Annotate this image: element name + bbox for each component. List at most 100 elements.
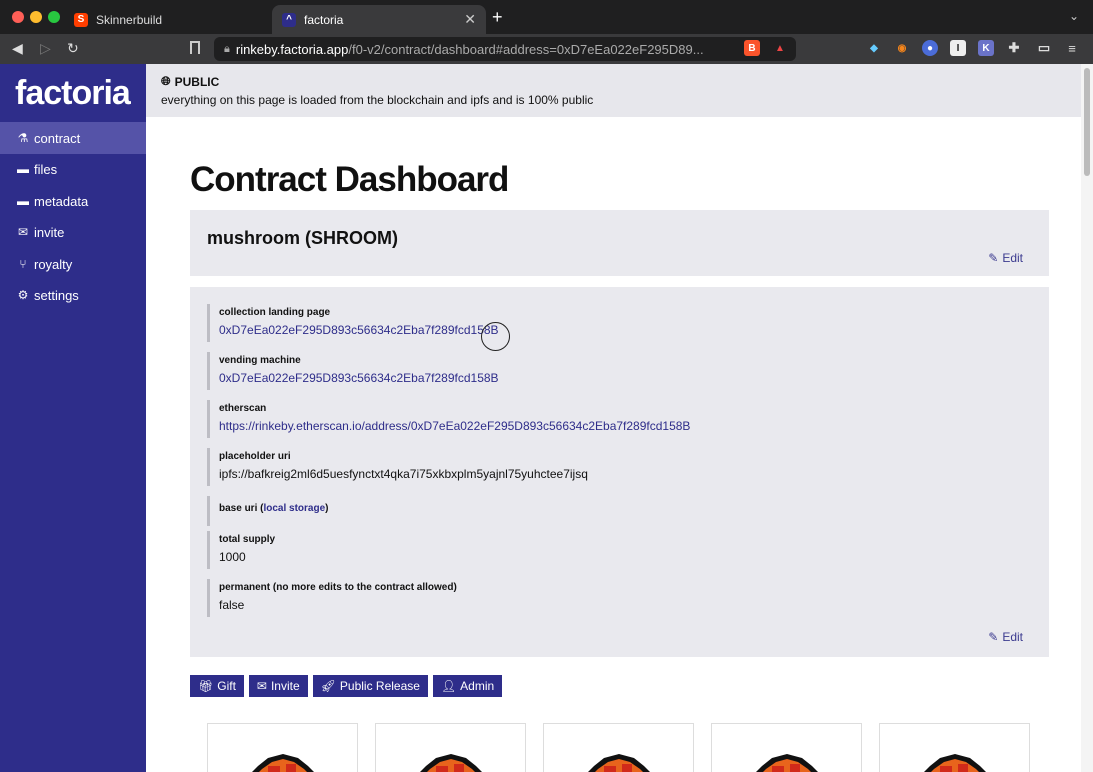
extension-gem-icon[interactable]: ◆ [866, 40, 882, 56]
forward-button[interactable]: ▷ [40, 40, 51, 57]
admin-icon: 👤︎ [440, 679, 457, 693]
admin-button[interactable]: 👤︎ Admin [432, 675, 503, 697]
new-tab-button[interactable]: + [492, 7, 503, 28]
local-storage-link[interactable]: local storage [263, 503, 325, 514]
menu-icon[interactable]: ≡ [1064, 40, 1080, 56]
extension-face-icon[interactable]: ● [922, 40, 938, 56]
maximize-window-button[interactable] [48, 11, 60, 23]
cursor-highlight [481, 322, 510, 351]
public-release-button[interactable]: 🚀︎ Public Release [312, 675, 428, 697]
action-buttons: 🎁︎ Gift ✉︎ Invite 🚀︎ Public Release 👤︎ A… [190, 675, 503, 697]
main-content: 🌐︎ PUBLIC everything on this page is loa… [146, 64, 1081, 772]
url-host: rinkeby.factoria.app [235, 41, 349, 57]
edit-details-button[interactable]: ✎ Edit [988, 630, 1023, 644]
field-collection-landing-page: collection landing page 0xD7eEa022eF295D… [207, 304, 1027, 342]
field-label: total supply [219, 534, 276, 545]
brave-shield-icon[interactable]: B [744, 40, 760, 56]
notice-description: everything on this page is loaded from t… [161, 93, 594, 107]
sidebar-item-label: contract [34, 130, 81, 146]
admin-label: Admin [460, 679, 495, 693]
public-release-label: Public Release [339, 679, 420, 693]
field-permanent: permanent (no more edits to the contract… [207, 579, 1027, 617]
contract-name-card: mushroom (SHROOM) ✎ Edit [190, 210, 1049, 276]
close-window-button[interactable] [12, 11, 24, 23]
etherscan-link[interactable]: https://rinkeby.etherscan.io/address/0xD… [219, 419, 1027, 433]
field-base-uri: base uri (local storage) [207, 496, 1027, 526]
field-label: placeholder uri [219, 451, 291, 462]
public-notice: 🌐︎ PUBLIC everything on this page is loa… [146, 64, 1081, 117]
token-thumbnail[interactable] [207, 723, 358, 772]
tab-search-chevron-icon[interactable]: ⌄ [1069, 9, 1079, 23]
envelope-open-icon: ✉︎ [256, 679, 267, 693]
base-uri-label-prefix: base uri ( [219, 503, 264, 514]
sidebar-item-metadata[interactable]: ▬ metadata [0, 185, 146, 217]
gear-icon: ⚙︎ [17, 288, 29, 302]
token-thumbnail[interactable] [375, 723, 526, 772]
vending-machine-link[interactable]: 0xD7eEa022eF295D893c56634c2Eba7f289fcd15… [219, 371, 1027, 385]
branch-icon: ⑂ [19, 257, 27, 271]
bookmark-icon[interactable] [190, 41, 200, 54]
field-total-supply: total supply 1000 [207, 531, 1027, 569]
field-label: permanent (no more edits to the contract… [219, 582, 457, 593]
field-label: etherscan [219, 403, 267, 414]
pencil-icon: ✎ [988, 251, 999, 265]
sidebar: factoria ⚗︎ contract ▬ files ▬ metadata … [0, 64, 146, 772]
invite-button[interactable]: ✉︎ Invite [248, 675, 308, 697]
back-button[interactable]: ◀ [12, 40, 23, 57]
svelte-icon: S [74, 12, 88, 27]
mushroom-image [756, 754, 818, 772]
edit-name-button[interactable]: ✎ Edit [988, 251, 1023, 265]
browser-tab-bar: S Skinnerbuild ^ factoria ✕ + ⌄ [0, 0, 1093, 34]
gift-button[interactable]: 🎁︎ Gift [190, 675, 244, 697]
app-logo[interactable]: factoria [15, 74, 131, 113]
base-uri-label-suffix: ) [325, 503, 329, 514]
token-thumbnail[interactable] [543, 723, 694, 772]
sidebar-item-label: royalty [34, 256, 73, 272]
token-thumbnail[interactable] [879, 723, 1030, 772]
pencil-icon: ✎ [988, 630, 999, 644]
minimize-window-button[interactable] [30, 11, 42, 23]
placeholder-uri-value: ipfs://bafkreig2ml6d5uesfynctxt4qka7i75x… [219, 467, 588, 481]
brave-rewards-icon[interactable]: ▲ [772, 40, 788, 56]
edit-label: Edit [1002, 630, 1023, 644]
total-supply-value: 1000 [219, 550, 246, 564]
sidebar-item-label: invite [34, 224, 65, 240]
address-bar[interactable]: 🔒︎ rinkeby.factoria.app /f0-v2/contract/… [214, 37, 796, 61]
edit-label: Edit [1002, 251, 1023, 265]
folder-icon: ▬ [17, 194, 29, 208]
tab-label: Skinnerbuild [96, 12, 163, 27]
page-scrollbar[interactable] [1081, 64, 1093, 772]
flask-icon: ⚗︎ [17, 131, 29, 145]
factoria-favicon-icon: ^ [282, 12, 296, 27]
invite-label: Invite [270, 679, 300, 693]
scrollbar-thumb[interactable] [1084, 68, 1090, 176]
close-tab-icon[interactable]: ✕ [464, 11, 476, 28]
reload-button[interactable]: ↻ [67, 40, 79, 57]
extensions-puzzle-icon[interactable]: ✚ [1006, 40, 1022, 56]
extension-k-icon[interactable]: K [978, 40, 994, 56]
sidebar-item-contract[interactable]: ⚗︎ contract [0, 122, 146, 154]
sidebar-item-settings[interactable]: ⚙︎ settings [0, 279, 146, 311]
page-title: Contract Dashboard [190, 160, 509, 199]
notice-title: PUBLIC [174, 74, 220, 89]
gift-label: Gift [217, 679, 236, 693]
url-path: /f0-v2/contract/dashboard#address=0xD7eE… [348, 41, 704, 57]
field-etherscan: etherscan https://rinkeby.etherscan.io/a… [207, 400, 1027, 438]
field-label: collection landing page [219, 307, 331, 318]
field-label: vending machine [219, 355, 301, 366]
mushroom-image [924, 754, 986, 772]
wallet-icon[interactable]: ▭ [1036, 40, 1052, 56]
mushroom-image [420, 754, 482, 772]
extension-i-icon[interactable]: I [950, 40, 966, 56]
browser-tab-factoria[interactable]: ^ factoria ✕ [272, 5, 486, 34]
collection-landing-link[interactable]: 0xD7eEa022eF295D893c56634c2Eba7f289fcd15… [219, 323, 1027, 337]
browser-tab-skinnerbuild[interactable]: S Skinnerbuild [64, 5, 269, 34]
sidebar-item-label: settings [34, 287, 79, 303]
sidebar-item-royalty[interactable]: ⑂ royalty [0, 248, 146, 280]
sidebar-item-files[interactable]: ▬ files [0, 153, 146, 185]
metamask-icon[interactable]: ◉ [894, 40, 910, 56]
token-thumbnail[interactable] [711, 723, 862, 772]
contract-details-card: collection landing page 0xD7eEa022eF295D… [190, 287, 1049, 657]
sidebar-item-invite[interactable]: ✉︎ invite [0, 216, 146, 248]
tab-label: factoria [304, 12, 344, 27]
